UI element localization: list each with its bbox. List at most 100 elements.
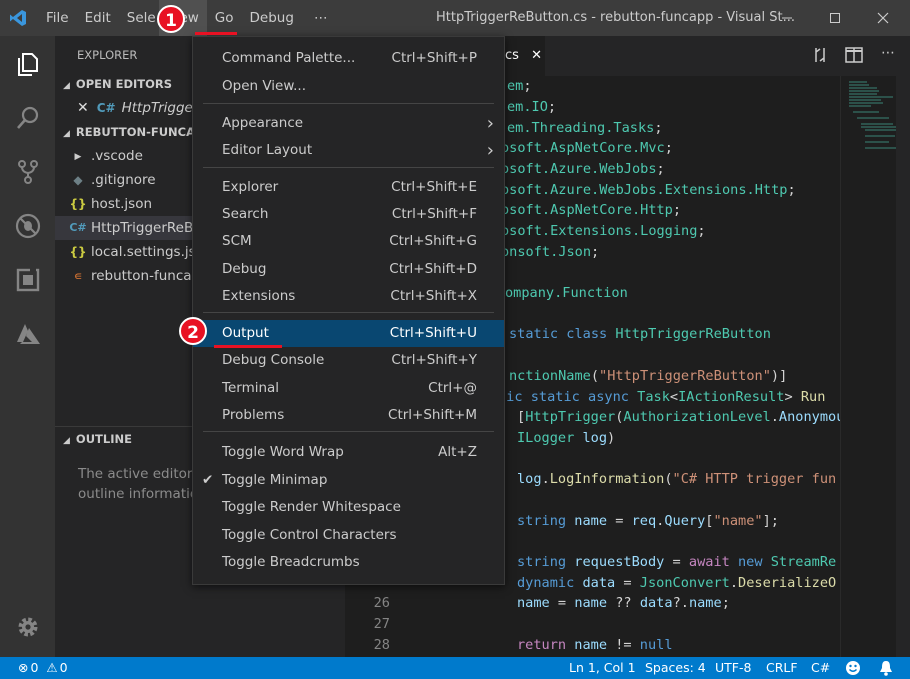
menu-item-label: SCM	[222, 233, 252, 249]
vscode-logo-icon	[0, 0, 36, 36]
menu-item-label: Toggle Control Characters	[222, 527, 397, 543]
status-bar: ⊗ 0 ⚠ 0 Ln 1, Col 1 Spaces: 4 UTF-8 CRLF C…	[0, 657, 910, 679]
menu-item-terminal[interactable]: Terminal Ctrl+@	[193, 375, 504, 402]
menu-item-label: Toggle Breadcrumbs	[222, 554, 360, 570]
menu-item-toggle-word-wrap[interactable]: Toggle Word Wrap Alt+Z	[193, 439, 504, 466]
menu-separator	[203, 431, 494, 432]
menu-item-toggle-minimap[interactable]: ✔ Toggle Minimap	[193, 467, 504, 494]
outline-message-line2: outline informatio	[78, 486, 199, 502]
rss-icon: ∊	[73, 268, 83, 283]
maximize-button[interactable]	[812, 0, 858, 36]
menu-item-shortcut: Ctrl+Shift+E	[391, 179, 477, 195]
menu-separator	[203, 103, 494, 104]
braces-icon: {}	[69, 244, 87, 259]
menu-go[interactable]: Go	[207, 0, 242, 36]
activity-bar	[0, 36, 55, 657]
menu-edit[interactable]: Edit	[77, 0, 119, 36]
menu-selection[interactable]: Sele	[119, 0, 159, 36]
menu-item-editor-layout[interactable]: Editor Layout ›	[193, 137, 504, 164]
problems-status[interactable]: ⊗ 0 ⚠ 0	[18, 657, 68, 679]
warning-icon: ⚠	[46, 660, 58, 675]
menu-item-shortcut: Ctrl+Shift+Y	[391, 352, 477, 368]
search-activity-icon[interactable]	[0, 91, 55, 145]
warning-count: 0	[59, 660, 68, 675]
menu-item-label: Output	[222, 325, 269, 341]
view-underline	[195, 32, 237, 35]
menu-item-appearance[interactable]: Appearance ›	[193, 110, 504, 137]
menu-item-label: Debug Console	[222, 352, 325, 368]
tab-label: cs	[505, 48, 519, 63]
encoding-status[interactable]: UTF-8	[715, 657, 751, 679]
menu-file[interactable]: File	[38, 0, 77, 36]
menu-item-open-view[interactable]: Open View...	[193, 73, 504, 100]
explorer-activity-icon[interactable]	[0, 37, 55, 91]
menu-item-label: Toggle Render Whitespace	[222, 499, 401, 515]
chevron-right-icon: ›	[486, 140, 494, 161]
chevron-right-icon: ▶	[74, 151, 82, 162]
csharp-icon: C#	[69, 221, 87, 234]
minimize-button[interactable]	[764, 0, 810, 36]
diamond-icon: ◆	[73, 172, 83, 187]
menu-item-debug[interactable]: Debug Ctrl+Shift+D	[193, 256, 504, 283]
menu-item-toggle-render-whitespace[interactable]: Toggle Render Whitespace	[193, 494, 504, 521]
editor-scrollbar[interactable]	[896, 76, 910, 657]
eol-status[interactable]: CRLF	[766, 657, 798, 679]
braces-icon: {}	[69, 196, 87, 211]
menu-item-extensions[interactable]: Extensions Ctrl+Shift+X	[193, 283, 504, 310]
csharp-file-icon: C#	[96, 101, 116, 115]
split-editor-icon[interactable]	[845, 47, 863, 67]
cursor-position[interactable]: Ln 1, Col 1	[569, 657, 636, 679]
menu-item-label: Problems	[222, 407, 285, 423]
feedback-smiley-icon[interactable]	[845, 657, 861, 679]
menu-item-toggle-breadcrumbs[interactable]: Toggle Breadcrumbs	[193, 549, 504, 576]
menu-separator	[203, 167, 494, 168]
file-label: host.json	[91, 196, 153, 212]
menu-separator	[203, 312, 494, 313]
indentation-status[interactable]: Spaces: 4	[645, 657, 706, 679]
menu-item-shortcut: Ctrl+Shift+F	[391, 206, 477, 222]
language-status[interactable]: C#	[811, 657, 830, 679]
menu-item-shortcut: Ctrl+Shift+D	[389, 261, 477, 277]
output-underline	[214, 345, 282, 348]
menu-item-label: Appearance	[222, 115, 304, 131]
azure-activity-icon[interactable]	[0, 307, 55, 361]
menu-item-debug-console[interactable]: Debug Console Ctrl+Shift+Y	[193, 347, 504, 374]
outline-message: The active editor c outline informatio	[78, 464, 204, 504]
tab-close-icon[interactable]: ✕	[531, 48, 542, 63]
file-label: local.settings.jsc	[91, 244, 204, 260]
menu-item-shortcut: Ctrl+@	[428, 380, 477, 396]
menu-item-label: Debug	[222, 261, 267, 277]
open-changes-icon[interactable]	[811, 46, 829, 68]
menu-item-output[interactable]: Output Ctrl+Shift+U	[193, 320, 504, 347]
error-icon: ⊗	[18, 660, 29, 675]
menu-item-shortcut: Ctrl+Shift+X	[390, 288, 477, 304]
menu-item-label: Terminal	[222, 380, 280, 396]
line-number: 26	[373, 595, 390, 611]
menu-debug[interactable]: Debug	[242, 0, 302, 36]
menu-item-label: Toggle Word Wrap	[222, 444, 344, 460]
menu-item-explorer[interactable]: Explorer Ctrl+Shift+E	[193, 174, 504, 201]
source-control-activity-icon[interactable]	[0, 145, 55, 199]
more-actions-icon[interactable]: ⋯	[881, 45, 895, 61]
line-number: 28	[373, 637, 390, 653]
extensions-activity-icon[interactable]	[0, 253, 55, 307]
file-label: .gitignore	[91, 172, 156, 188]
menu-item-search[interactable]: Search Ctrl+Shift+F	[193, 201, 504, 228]
menu-item-shortcut: Alt+Z	[438, 444, 477, 460]
menu-item-problems[interactable]: Problems Ctrl+Shift+M	[193, 402, 504, 429]
debug-activity-icon[interactable]	[0, 199, 55, 253]
menu-more[interactable]: ⋯	[306, 0, 336, 36]
menu-item-scm[interactable]: SCM Ctrl+Shift+G	[193, 228, 504, 255]
error-count: 0	[30, 660, 39, 675]
title-bar: File Edit Sele View Go Debug ⋯ HttpTrigg…	[0, 0, 910, 36]
view-menu-dropdown: Command Palette... Ctrl+Shift+P Open View.…	[192, 36, 505, 585]
menu-item-toggle-control-characters[interactable]: Toggle Control Characters	[193, 522, 504, 549]
step-2-badge: 2	[179, 317, 207, 345]
close-window-button[interactable]	[860, 0, 906, 36]
file-label: HttpTriggerReBu	[91, 220, 202, 236]
settings-gear-icon[interactable]	[0, 600, 55, 654]
menu-item-command-palette[interactable]: Command Palette... Ctrl+Shift+P	[193, 45, 504, 72]
open-editors-label: OPEN EDITORS	[75, 77, 173, 91]
close-icon[interactable]: ✕	[77, 96, 89, 120]
notifications-bell-icon[interactable]	[879, 657, 893, 679]
